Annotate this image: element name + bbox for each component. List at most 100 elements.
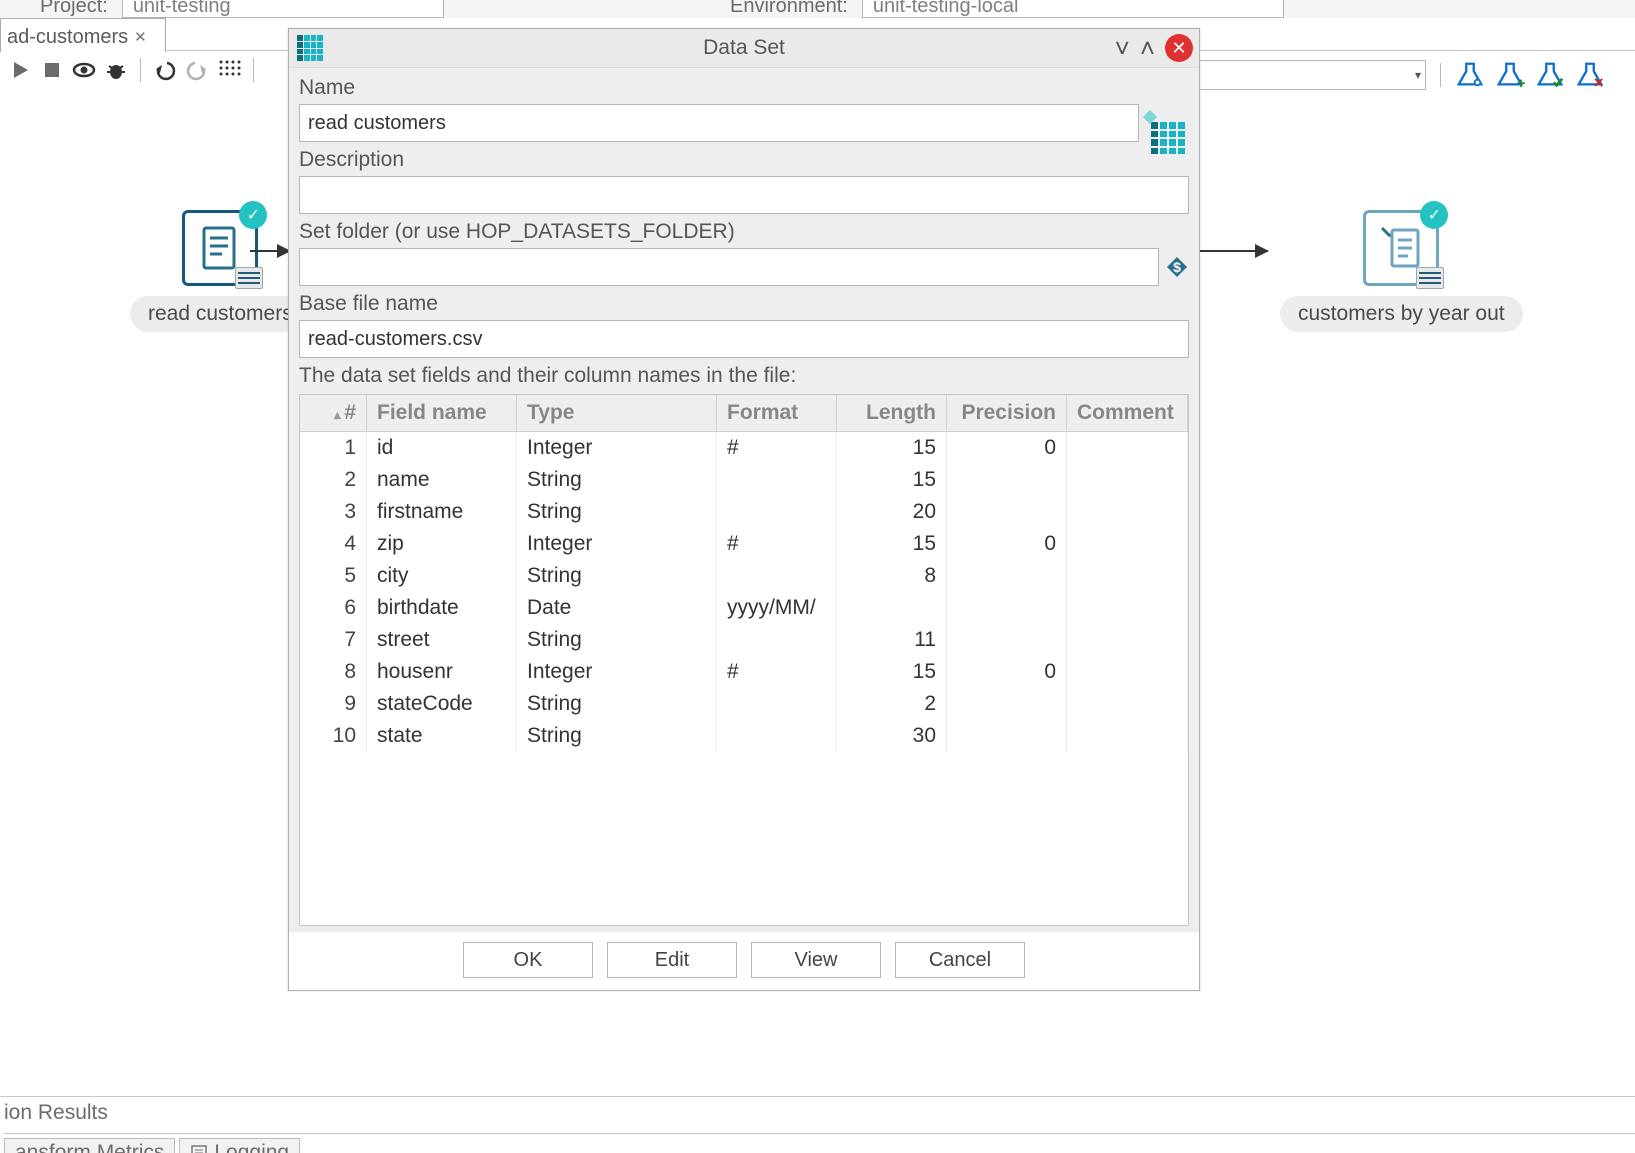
cell-length[interactable]: 15 [837,464,947,496]
collapse-down-icon[interactable]: ˅ [1115,35,1130,61]
cell-field[interactable]: birthdate [367,592,517,624]
cell-precision[interactable] [947,720,1067,752]
flask-delete-icon[interactable]: × [1575,60,1605,90]
name-input[interactable] [299,104,1139,142]
cell-length[interactable]: 15 [837,432,947,465]
cell-precision[interactable] [947,464,1067,496]
col-type[interactable]: Type [517,395,717,432]
cell-field[interactable]: city [367,560,517,592]
cell-length[interactable]: 30 [837,720,947,752]
variable-icon[interactable]: $ [1165,255,1189,279]
cell-comment[interactable] [1067,464,1188,496]
cell-format[interactable]: # [717,656,837,688]
cell-type[interactable]: Date [517,592,717,624]
cell-precision[interactable]: 0 [947,432,1067,465]
hop-arrow[interactable] [1198,250,1268,252]
fields-table[interactable]: # Field name Type Format Length Precisio… [299,394,1189,926]
tab-read-customers[interactable]: ad-customers ✕ [0,18,166,53]
table-row[interactable]: 9stateCodeString2 [300,688,1188,720]
tab-transform-metrics[interactable]: ansform Metrics [4,1138,175,1153]
cell-precision[interactable]: 0 [947,528,1067,560]
cell-type[interactable]: String [517,720,717,752]
cell-format[interactable]: yyyy/MM/ [717,592,837,624]
cell-format[interactable] [717,464,837,496]
run-icon[interactable] [8,58,32,82]
cell-length[interactable]: 20 [837,496,947,528]
cell-type[interactable]: String [517,464,717,496]
cell-format[interactable]: # [717,528,837,560]
cell-format[interactable]: # [717,432,837,465]
environment-value[interactable]: unit-testing-local [862,0,1284,18]
tab-logging[interactable]: Logging [179,1138,300,1153]
cell-comment[interactable] [1067,656,1188,688]
collapse-up-icon[interactable]: ˄ [1140,35,1155,61]
step-customers-by-year-out[interactable]: ✓ customers by year out [1280,210,1523,332]
view-button[interactable]: View [751,942,881,978]
cell-length[interactable]: 15 [837,528,947,560]
table-row[interactable]: 2nameString15 [300,464,1188,496]
cell-precision[interactable] [947,496,1067,528]
cell-length[interactable]: 15 [837,656,947,688]
bug-icon[interactable] [104,58,128,82]
description-input[interactable] [299,176,1189,214]
cell-comment[interactable] [1067,592,1188,624]
cell-type[interactable]: String [517,688,717,720]
cell-field[interactable]: state [367,720,517,752]
table-row[interactable]: 8housenrInteger#150 [300,656,1188,688]
close-icon[interactable]: ✕ [134,28,147,47]
project-value[interactable]: unit-testing [122,0,444,18]
edit-button[interactable]: Edit [607,942,737,978]
cell-field[interactable]: name [367,464,517,496]
table-row[interactable]: 6birthdateDateyyyy/MM/ [300,592,1188,624]
cell-field[interactable]: housenr [367,656,517,688]
cell-type[interactable]: String [517,560,717,592]
cell-length[interactable] [837,592,947,624]
table-row[interactable]: 7streetString11 [300,624,1188,656]
col-length[interactable]: Length [837,395,947,432]
col-index[interactable]: # [300,395,367,432]
table-row[interactable]: 1idInteger#150 [300,432,1188,465]
cell-comment[interactable] [1067,720,1188,752]
results-tab-label[interactable]: ion Results [2,1101,1635,1125]
cell-precision[interactable] [947,560,1067,592]
ok-button[interactable]: OK [463,942,593,978]
cell-field[interactable]: id [367,432,517,465]
col-comment[interactable]: Comment [1067,395,1188,432]
cell-length[interactable]: 8 [837,560,947,592]
cell-format[interactable] [717,496,837,528]
cell-length[interactable]: 11 [837,624,947,656]
cell-comment[interactable] [1067,528,1188,560]
table-row[interactable]: 3firstnameString20 [300,496,1188,528]
table-row[interactable]: 10stateString30 [300,720,1188,752]
cell-type[interactable]: String [517,496,717,528]
cell-field[interactable]: street [367,624,517,656]
cell-format[interactable] [717,688,837,720]
table-row[interactable]: 5cityString8 [300,560,1188,592]
cell-comment[interactable] [1067,432,1188,465]
flask-edit-icon[interactable] [1455,60,1485,90]
flask-check-icon[interactable] [1535,60,1565,90]
basefile-input[interactable] [299,320,1189,358]
flask-add-icon[interactable]: + [1495,60,1525,90]
table-row[interactable]: 4zipInteger#150 [300,528,1188,560]
cell-length[interactable]: 2 [837,688,947,720]
cell-precision[interactable] [947,624,1067,656]
redo-icon[interactable] [185,58,209,82]
cell-precision[interactable] [947,688,1067,720]
cell-format[interactable] [717,624,837,656]
dialog-titlebar[interactable]: Data Set ˅ ˄ ✕ [289,29,1199,68]
cell-comment[interactable] [1067,496,1188,528]
cell-format[interactable] [717,560,837,592]
cell-precision[interactable]: 0 [947,656,1067,688]
cell-type[interactable]: Integer [517,432,717,465]
folder-input[interactable] [299,248,1159,286]
step-read-customers[interactable]: ✓ read customers [130,210,311,332]
cell-field[interactable]: zip [367,528,517,560]
cell-type[interactable]: Integer [517,528,717,560]
col-precision[interactable]: Precision [947,395,1067,432]
cell-comment[interactable] [1067,688,1188,720]
undo-icon[interactable] [153,58,177,82]
cell-type[interactable]: String [517,624,717,656]
hop-arrow[interactable] [250,250,290,252]
cell-comment[interactable] [1067,624,1188,656]
